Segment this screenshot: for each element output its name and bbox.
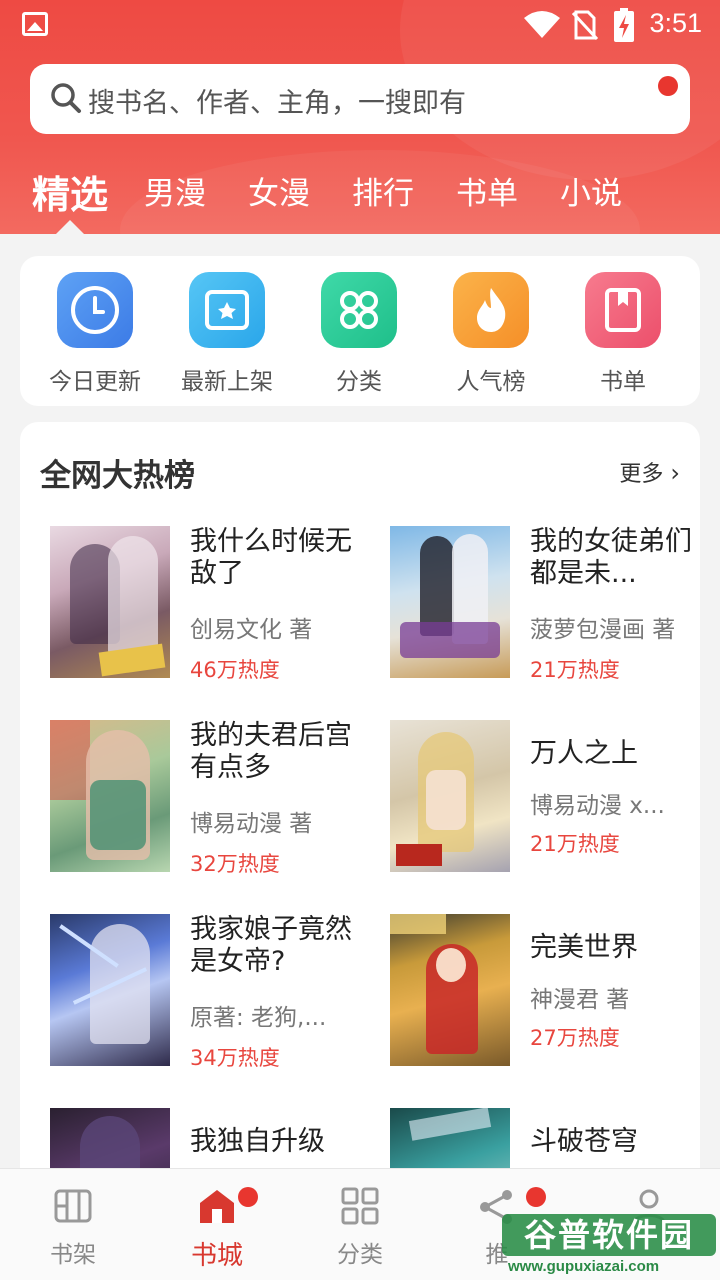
book-heat: 21万热度 (530, 832, 620, 856)
book-title: 万人之上 (530, 738, 638, 769)
header: 3:51 搜书名、作者、主角，一搜即有 精选 男漫 女漫 排行 书单 小说 (0, 0, 720, 234)
book-cover (50, 526, 170, 678)
no-sim-icon (572, 10, 598, 40)
quick-link-label: 书单 (600, 369, 646, 395)
quick-link-label: 人气榜 (456, 369, 526, 395)
tab-booklist[interactable]: 书单 (456, 168, 518, 213)
book-cover (390, 914, 510, 1066)
chevron-right-icon: › (670, 459, 680, 487)
book-author: 博易动漫 x... (530, 793, 665, 819)
quick-links-card: 今日更新 最新上架 分类 人气榜 书单 (20, 256, 700, 406)
flame-icon (453, 272, 529, 348)
book-heat: 27万热度 (530, 1026, 620, 1050)
book-card[interactable]: 我什么时候无敌了 创易文化 著 46万热度 (40, 526, 370, 686)
category-icon (341, 1187, 379, 1225)
bookshelf-icon (54, 1189, 92, 1223)
book-author: 创易文化 著 (190, 617, 313, 643)
book-title: 我家娘子竟然是女帝? (190, 914, 352, 977)
book-title: 我独自升级 (190, 1126, 325, 1157)
book-card[interactable]: 我家娘子竟然是女帝? 原著: 老狗,... 34万热度 (40, 914, 370, 1074)
book-title: 完美世界 (530, 932, 638, 963)
section-title: 全网大热榜 (40, 458, 195, 494)
bookmark-book-icon (585, 272, 661, 348)
battery-charging-icon (614, 8, 634, 42)
hot-list-card: 全网大热榜 更多 › 我什么时候无敌了 创易文化 著 46万热度 我的女徒弟们都… (20, 422, 700, 1182)
tab-ranking[interactable]: 排行 (352, 168, 414, 213)
tab-male-comics[interactable]: 男漫 (144, 168, 206, 213)
nav-category[interactable]: 分类 (305, 1187, 415, 1269)
book-heat: 34万热度 (190, 1046, 280, 1070)
book-author: 博易动漫 著 (190, 811, 313, 837)
grid-icon (321, 272, 397, 348)
book-heat: 46万热度 (190, 658, 280, 682)
watermark-url: www.gupuxiazai.com (508, 1258, 660, 1275)
watermark-logo: 谷普软件园 www.gupuxiazai.com (502, 1214, 716, 1276)
quick-link-today-update[interactable]: 今日更新 (30, 272, 160, 396)
status-bar: 3:51 (0, 0, 720, 50)
book-card[interactable]: 我的女徒弟们都是未... 菠萝包漫画 著 21万热度 (380, 526, 700, 686)
quick-link-popularity[interactable]: 人气榜 (426, 272, 556, 396)
search-bar[interactable]: 搜书名、作者、主角，一搜即有 (30, 64, 690, 134)
search-icon (51, 83, 81, 113)
notification-dot (526, 1187, 546, 1207)
clock-icon (57, 272, 133, 348)
category-tabs: 精选 男漫 女漫 排行 书单 小说 (0, 162, 720, 234)
quick-link-label: 今日更新 (49, 369, 141, 395)
notification-dot (238, 1187, 258, 1207)
notification-dot (658, 76, 678, 96)
watermark-text: 谷普软件园 (502, 1214, 716, 1256)
book-title: 斗破苍穹 (530, 1126, 638, 1157)
book-author: 菠萝包漫画 著 (530, 617, 676, 643)
nav-label: 分类 (337, 1242, 383, 1268)
clock-time: 3:51 (649, 8, 702, 38)
book-heat: 32万热度 (190, 852, 280, 876)
tab-female-comics[interactable]: 女漫 (248, 168, 310, 213)
nav-bookshelf[interactable]: 书架 (18, 1187, 128, 1269)
book-card[interactable]: 我的夫君后宫有点多 博易动漫 著 32万热度 (40, 720, 370, 880)
quick-link-label: 分类 (336, 369, 382, 395)
book-title: 我的夫君后宫有点多 (190, 720, 352, 783)
book-author: 神漫君 著 (530, 987, 630, 1013)
book-cover (390, 526, 510, 678)
quick-link-label: 最新上架 (181, 369, 273, 395)
quick-link-booklist[interactable]: 书单 (558, 272, 688, 396)
image-icon (22, 12, 48, 36)
store-icon (200, 1190, 234, 1223)
nav-label: 书架 (50, 1242, 96, 1268)
book-cover (50, 720, 170, 872)
book-title: 我什么时候无敌了 (190, 526, 352, 589)
search-placeholder: 搜书名、作者、主角，一搜即有 (88, 88, 466, 119)
nav-label: 书城 (190, 1241, 243, 1271)
quick-link-new-arrivals[interactable]: 最新上架 (162, 272, 292, 396)
tab-novel[interactable]: 小说 (560, 168, 622, 213)
book-heat: 21万热度 (530, 658, 620, 682)
book-title: 我的女徒弟们都是未... (530, 526, 692, 589)
book-cover (390, 720, 510, 872)
book-author: 原著: 老狗,... (190, 1005, 327, 1031)
tab-featured[interactable]: 精选 (32, 164, 108, 219)
active-tab-indicator (56, 220, 84, 234)
wifi-icon (524, 11, 560, 38)
book-cover (50, 914, 170, 1066)
quick-link-category[interactable]: 分类 (294, 272, 424, 396)
star-box-icon (189, 272, 265, 348)
book-card[interactable]: 万人之上 博易动漫 x... 21万热度 (380, 720, 700, 880)
more-label: 更多 (619, 462, 664, 487)
more-link[interactable]: 更多 › (619, 456, 680, 488)
book-card[interactable]: 完美世界 神漫君 著 27万热度 (380, 914, 700, 1074)
